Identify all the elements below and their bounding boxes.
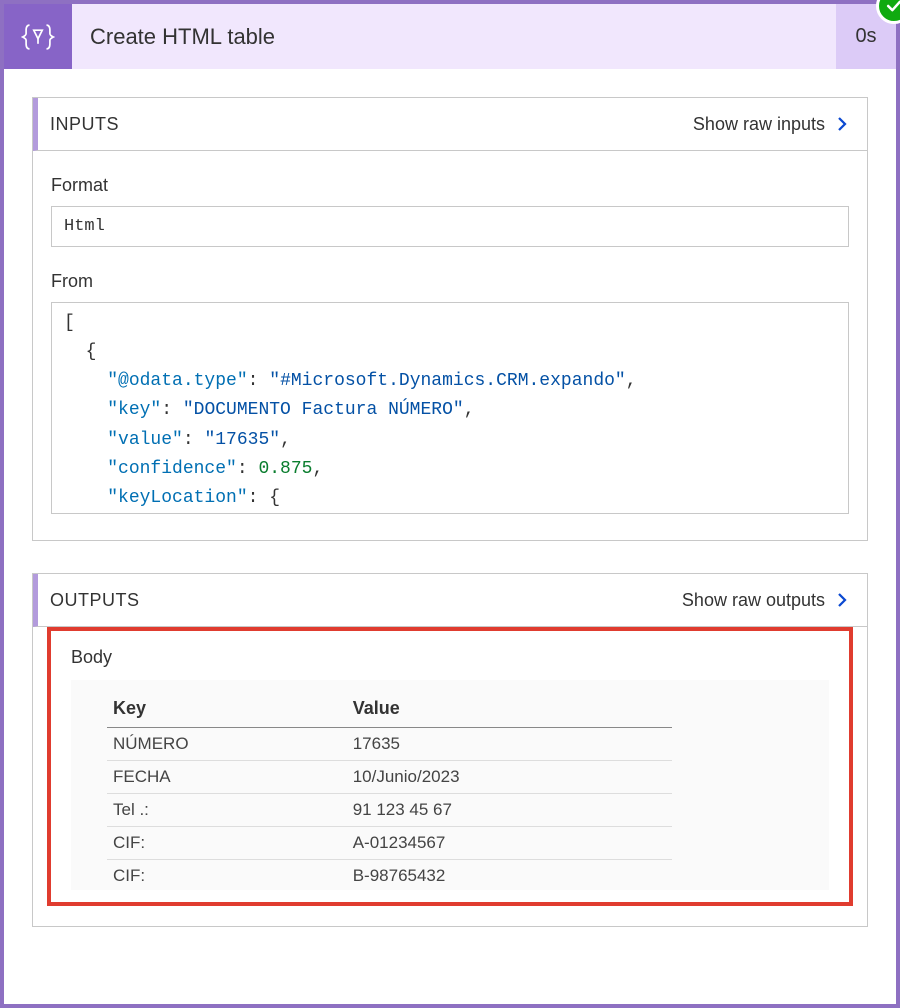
- table-cell: CIF:: [107, 827, 347, 860]
- action-header: Create HTML table 0s: [4, 4, 896, 69]
- filter-braces-icon: [21, 20, 55, 54]
- table-row: CIF:A-01234567: [107, 827, 672, 860]
- from-json-value[interactable]: [ { "@odata.type": "#Microsoft.Dynamics.…: [51, 302, 849, 514]
- table-cell: 17635: [347, 728, 672, 761]
- inputs-panel: INPUTS Show raw inputs Format Html From …: [32, 97, 868, 541]
- show-raw-outputs-label: Show raw outputs: [682, 590, 825, 611]
- table-cell: A-01234567: [347, 827, 672, 860]
- table-row: NÚMERO17635: [107, 728, 672, 761]
- show-raw-inputs-link[interactable]: Show raw inputs: [693, 114, 851, 135]
- table-row: Tel .:91 123 45 67: [107, 794, 672, 827]
- action-title: Create HTML table: [72, 4, 836, 69]
- outputs-panel-body: Body Key Value NÚMERO17635FECHA10/Junio/…: [33, 627, 867, 926]
- table-cell: 10/Junio/2023: [347, 761, 672, 794]
- format-label: Format: [51, 175, 849, 196]
- table-row: FECHA10/Junio/2023: [107, 761, 672, 794]
- outputs-body-label: Body: [71, 647, 829, 668]
- outputs-panel-header: OUTPUTS Show raw outputs: [33, 574, 867, 627]
- table-cell: NÚMERO: [107, 728, 347, 761]
- outputs-body-highlight: Body Key Value NÚMERO17635FECHA10/Junio/…: [47, 627, 853, 906]
- format-value[interactable]: Html: [51, 206, 849, 247]
- output-html-table: Key Value NÚMERO17635FECHA10/Junio/2023T…: [107, 690, 672, 890]
- chevron-right-icon: [833, 591, 851, 609]
- table-cell: B-98765432: [347, 860, 672, 891]
- outputs-title: OUTPUTS: [50, 590, 140, 611]
- inputs-panel-body: Format Html From [ { "@odata.type": "#Mi…: [33, 151, 867, 540]
- table-header-key: Key: [107, 690, 347, 728]
- table-cell: FECHA: [107, 761, 347, 794]
- inputs-title: INPUTS: [50, 114, 119, 135]
- table-cell: CIF:: [107, 860, 347, 891]
- from-label: From: [51, 271, 849, 292]
- table-cell: Tel .:: [107, 794, 347, 827]
- outputs-body-scroll[interactable]: Key Value NÚMERO17635FECHA10/Junio/2023T…: [71, 680, 829, 890]
- table-row: CIF:B-98765432: [107, 860, 672, 891]
- outputs-panel: OUTPUTS Show raw outputs Body Key Value: [32, 573, 868, 927]
- checkmark-icon: [884, 0, 900, 16]
- show-raw-outputs-link[interactable]: Show raw outputs: [682, 590, 851, 611]
- action-icon: [4, 4, 72, 69]
- inputs-panel-header: INPUTS Show raw inputs: [33, 98, 867, 151]
- table-header-value: Value: [347, 690, 672, 728]
- chevron-right-icon: [833, 115, 851, 133]
- show-raw-inputs-label: Show raw inputs: [693, 114, 825, 135]
- table-cell: 91 123 45 67: [347, 794, 672, 827]
